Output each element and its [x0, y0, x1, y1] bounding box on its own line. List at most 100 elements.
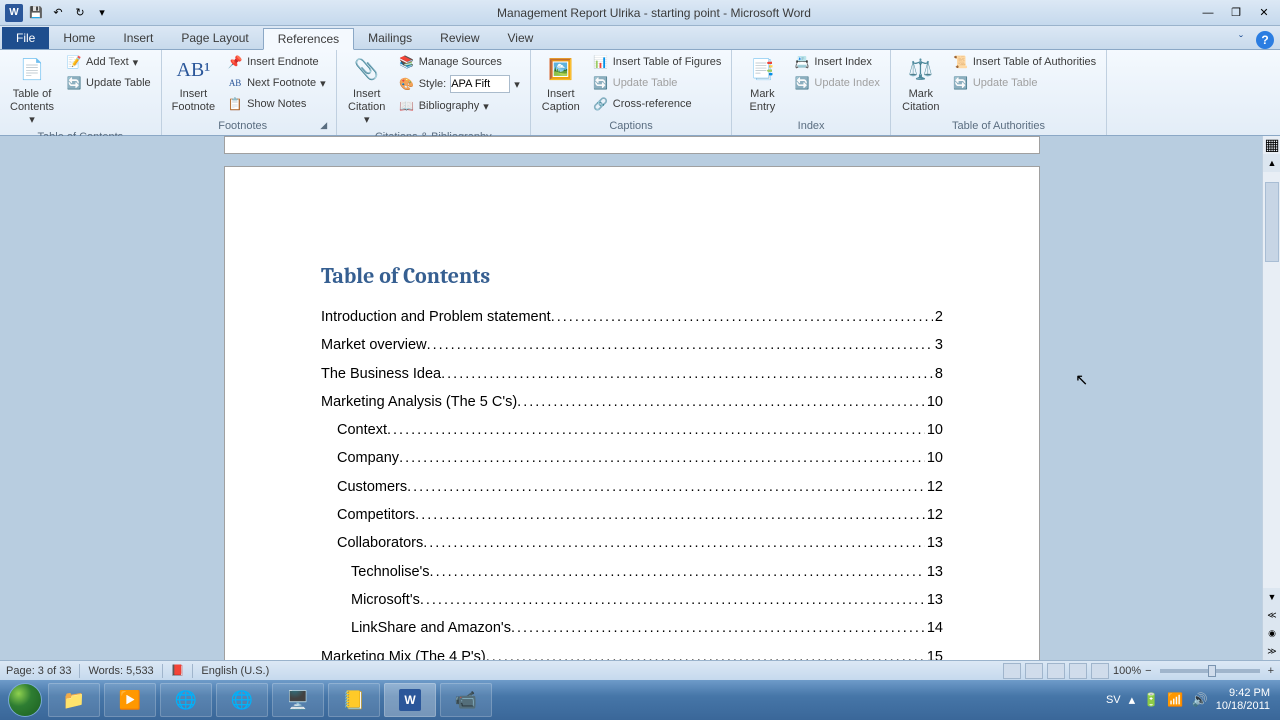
web-layout-view-button[interactable] — [1047, 663, 1065, 679]
draft-view-button[interactable] — [1091, 663, 1109, 679]
toc-entry[interactable]: Company.................................… — [321, 448, 943, 468]
maximize-button[interactable]: ❐ — [1224, 4, 1248, 22]
show-notes-icon: 📋 — [227, 96, 243, 112]
browse-object-button[interactable]: ◉ — [1263, 624, 1280, 642]
previous-page-edge — [224, 136, 1040, 154]
camera-task-button[interactable]: 📹 — [440, 683, 492, 717]
insert-table-figures-button[interactable]: 📊Insert Table of Figures — [589, 52, 726, 72]
app-task-button[interactable]: 🖥️ — [272, 683, 324, 717]
toc-entry[interactable]: Collaborators...........................… — [321, 533, 943, 553]
tray-clock[interactable]: 9:42 PM 10/18/2011 — [1216, 687, 1270, 713]
update-table-button[interactable]: 🔄Update Table — [62, 73, 155, 93]
undo-button[interactable]: ↶ — [48, 3, 68, 23]
zoom-in-button[interactable]: + — [1268, 665, 1274, 677]
close-button[interactable]: ✕ — [1252, 4, 1276, 22]
document-page[interactable]: Table of Contents Introduction and Probl… — [224, 166, 1040, 660]
tray-language[interactable]: SV — [1106, 694, 1121, 706]
group-index: 📑 Mark Entry 📇Insert Index 🔄Update Index… — [732, 50, 890, 135]
mark-entry-icon: 📑 — [746, 54, 778, 86]
toc-leader: ........................................… — [427, 335, 933, 355]
bibliography-button[interactable]: 📖Bibliography ▾ — [395, 96, 524, 116]
tab-mailings[interactable]: Mailings — [354, 27, 426, 49]
next-footnote-button[interactable]: ABNext Footnote ▾ — [223, 73, 330, 93]
zoom-level[interactable]: 100% — [1113, 665, 1141, 677]
zoom-slider-thumb[interactable] — [1208, 665, 1216, 677]
toc-leader: ........................................… — [430, 562, 925, 582]
toc-entry-page: 3 — [933, 335, 943, 355]
toc-entry[interactable]: LinkShare and Amazon's..................… — [321, 618, 943, 638]
insert-endnote-button[interactable]: 📌Insert Endnote — [223, 52, 330, 72]
start-button[interactable] — [4, 682, 46, 718]
outline-view-button[interactable] — [1069, 663, 1087, 679]
zoom-slider[interactable] — [1160, 669, 1260, 673]
insert-authorities-button[interactable]: 📜Insert Table of Authorities — [949, 52, 1100, 72]
explorer-task-button[interactable]: 📁 — [48, 683, 100, 717]
tray-power-icon[interactable]: 🔋 — [1143, 692, 1159, 708]
print-layout-view-button[interactable] — [1003, 663, 1021, 679]
insert-citation-button[interactable]: 📎 Insert Citation ▾ — [343, 52, 391, 130]
minimize-button[interactable]: — — [1196, 4, 1220, 22]
proofing-icon[interactable]: 📕 — [171, 664, 185, 677]
toc-entry[interactable]: Introduction and Problem statement......… — [321, 307, 943, 327]
prev-page-button[interactable]: ≪ — [1263, 606, 1280, 624]
save-button[interactable]: 💾 — [26, 3, 46, 23]
scroll-up-button[interactable]: ▲ — [1263, 154, 1280, 172]
tab-review[interactable]: Review — [426, 27, 493, 49]
redo-button[interactable]: ↻ — [70, 3, 90, 23]
toc-entry[interactable]: Marketing Mix (The 4 P's)...............… — [321, 647, 943, 660]
ie-task-button[interactable]: 🌐 — [160, 683, 212, 717]
media-player-task-button[interactable]: ▶️ — [104, 683, 156, 717]
toc-entry[interactable]: Market overview.........................… — [321, 335, 943, 355]
tab-view[interactable]: View — [494, 27, 548, 49]
status-words[interactable]: Words: 5,533 — [88, 665, 153, 677]
toc-entry[interactable]: The Business Idea.......................… — [321, 364, 943, 384]
scroll-thumb[interactable] — [1265, 182, 1279, 262]
ruler-toggle-button[interactable]: ▦ — [1263, 136, 1280, 154]
style-dropdown[interactable] — [450, 75, 510, 93]
tray-show-hidden-icon[interactable]: ▴ — [1129, 692, 1136, 708]
tray-volume-icon[interactable]: 🔊 — [1192, 692, 1208, 708]
toc-entry[interactable]: Microsoft's.............................… — [321, 590, 943, 610]
toc-entry[interactable]: Technolise's............................… — [321, 562, 943, 582]
add-text-button[interactable]: 📝Add Text ▾ — [62, 52, 155, 72]
update-icon: 🔄 — [794, 75, 810, 91]
tab-page-layout[interactable]: Page Layout — [167, 27, 262, 49]
insert-footnote-button[interactable]: AB¹ Insert Footnote — [168, 52, 219, 116]
tab-insert[interactable]: Insert — [109, 27, 167, 49]
ie-task-button-2[interactable]: 🌐 — [216, 683, 268, 717]
toc-entry[interactable]: Context.................................… — [321, 420, 943, 440]
caption-icon: 🖼️ — [545, 54, 577, 86]
next-page-button[interactable]: ≫ — [1263, 642, 1280, 660]
document-area[interactable]: Table of Contents Introduction and Probl… — [0, 136, 1262, 660]
status-page[interactable]: Page: 3 of 33 — [6, 665, 71, 677]
footnotes-dialog-launcher[interactable]: ◢ — [318, 120, 330, 132]
manage-sources-button[interactable]: 📚Manage Sources — [395, 52, 524, 72]
tab-home[interactable]: Home — [49, 27, 109, 49]
insert-index-button[interactable]: 📇Insert Index — [790, 52, 883, 72]
zoom-out-button[interactable]: − — [1145, 665, 1151, 677]
toc-entry[interactable]: Marketing Analysis (The 5 C's)..........… — [321, 392, 943, 412]
toc-entry[interactable]: Customers...............................… — [321, 477, 943, 497]
cross-reference-button[interactable]: 🔗Cross-reference — [589, 94, 726, 114]
show-notes-button[interactable]: 📋Show Notes — [223, 94, 330, 114]
mark-entry-button[interactable]: 📑 Mark Entry — [738, 52, 786, 116]
tray-network-icon[interactable]: 📶 — [1167, 692, 1183, 708]
full-screen-view-button[interactable] — [1025, 663, 1043, 679]
tab-file[interactable]: File — [2, 27, 49, 49]
word-app-icon[interactable]: W — [4, 3, 24, 23]
notes-task-button[interactable]: 📒 — [328, 683, 380, 717]
qat-customize-button[interactable]: ▾ — [92, 3, 112, 23]
scroll-down-button[interactable]: ▼ — [1263, 588, 1280, 606]
table-of-contents-button[interactable]: 📄 Table of Contents ▾ — [6, 52, 58, 130]
word-task-button[interactable]: W — [384, 683, 436, 717]
vertical-scrollbar[interactable]: ▦ ▲ ▼ ≪ ◉ ≫ — [1262, 136, 1280, 660]
mark-citation-button[interactable]: ⚖️ Mark Citation — [897, 52, 945, 116]
insert-caption-button[interactable]: 🖼️ Insert Caption — [537, 52, 585, 116]
toc-entry-text: Market overview — [321, 335, 427, 355]
status-language[interactable]: English (U.S.) — [201, 665, 269, 677]
help-button[interactable]: ? — [1256, 31, 1274, 49]
tab-references[interactable]: References — [263, 28, 354, 50]
toc-entry-page: 2 — [933, 307, 943, 327]
minimize-ribbon-button[interactable]: ˇ — [1232, 31, 1250, 49]
toc-entry[interactable]: Competitors.............................… — [321, 505, 943, 525]
